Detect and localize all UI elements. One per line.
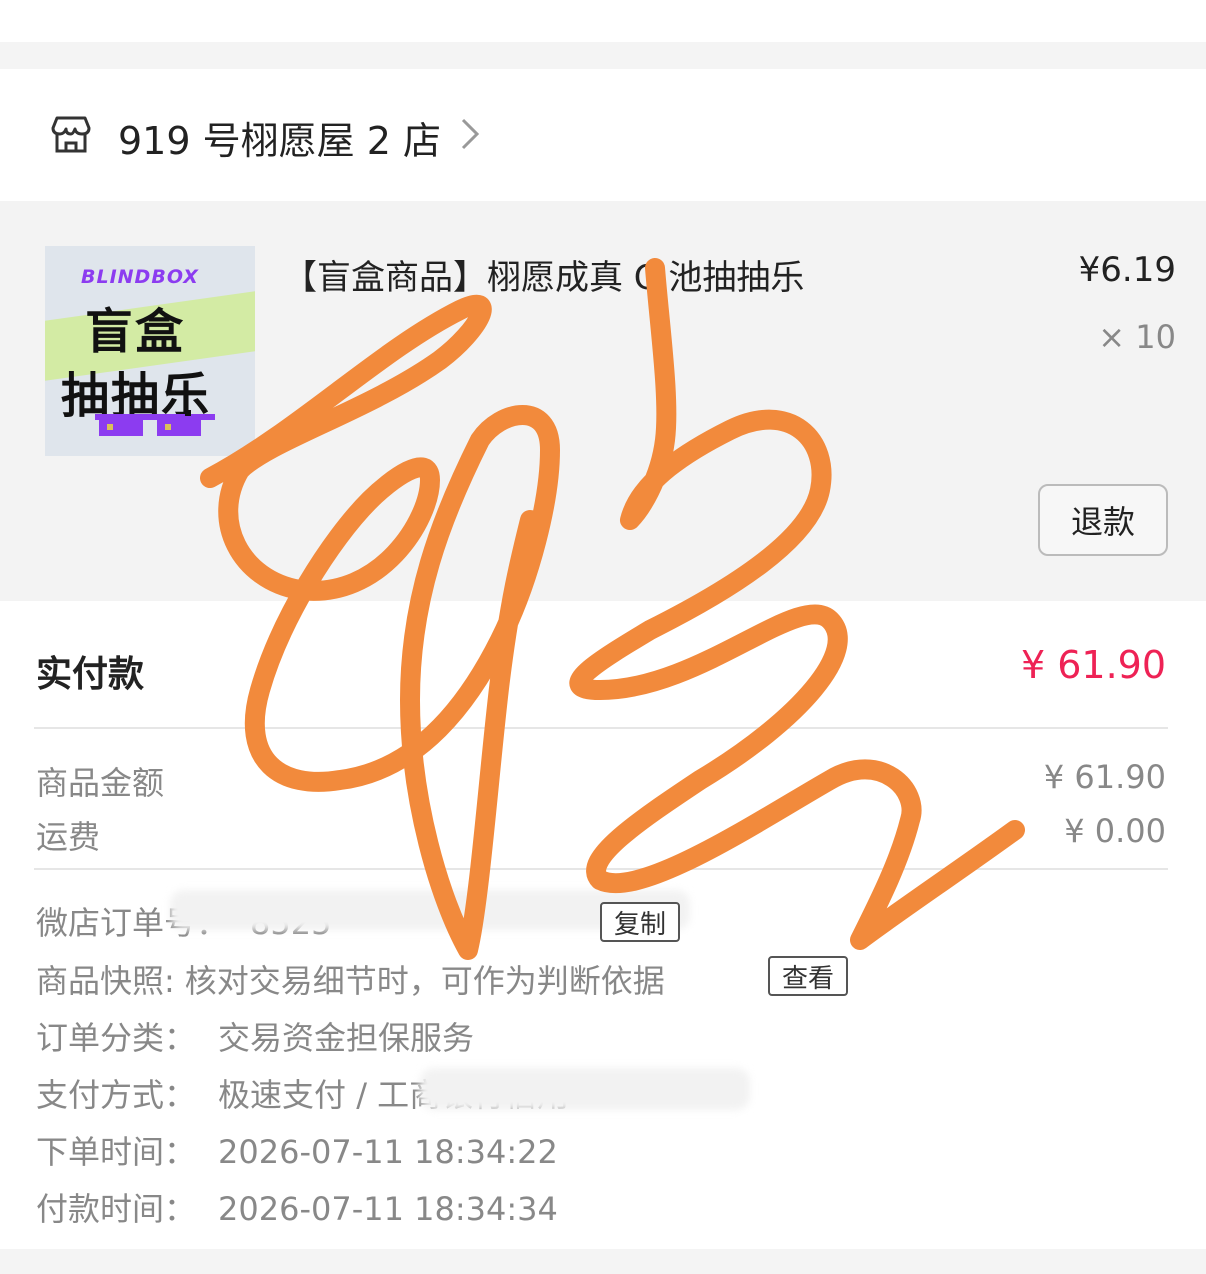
top-spacer bbox=[0, 0, 1206, 42]
paid-label: 实付款 bbox=[36, 654, 145, 695]
order-time-label: 下单时间： bbox=[36, 1133, 197, 1171]
chevron-right-icon[interactable] bbox=[458, 116, 482, 152]
shipping-label: 运费 bbox=[36, 818, 101, 856]
product-thumbnail[interactable]: BLINDBOX 盲盒 抽抽乐 bbox=[45, 246, 255, 456]
product-price: ¥6.19 bbox=[1078, 250, 1176, 290]
goods-amount-value: ¥ 61.90 bbox=[1043, 758, 1166, 796]
order-time-row: 下单时间： 2026-07-11 18:34:22 bbox=[36, 1127, 558, 1173]
category-label: 订单分类： bbox=[36, 1019, 197, 1057]
category-row: 订单分类： 交易资金担保服务 bbox=[36, 1013, 474, 1059]
pay-time-label: 付款时间： bbox=[36, 1190, 197, 1228]
shipping-value: ¥ 0.00 bbox=[1064, 812, 1166, 850]
pay-time-row: 付款时间： 2026-07-11 18:34:34 bbox=[36, 1184, 558, 1230]
goods-amount-label: 商品金额 bbox=[36, 764, 165, 802]
divider bbox=[34, 868, 1168, 870]
bottom-spacer bbox=[0, 1249, 1206, 1274]
shop-name[interactable]: 919 号栩愿屋 2 店 bbox=[118, 110, 441, 165]
shop-icon bbox=[51, 116, 91, 153]
refund-button[interactable]: 退款 bbox=[1038, 484, 1168, 556]
category-value: 交易资金担保服务 bbox=[218, 1019, 475, 1057]
divider bbox=[34, 727, 1168, 729]
redaction-blur bbox=[420, 1068, 750, 1110]
snapshot-value: 核对交易细节时，可作为判断依据 bbox=[184, 962, 665, 1000]
payment-label: 支付方式： bbox=[36, 1076, 197, 1114]
copy-button[interactable]: 复制 bbox=[600, 902, 681, 942]
product-title[interactable]: 【盲盒商品】栩愿成真 C 池抽抽乐 bbox=[283, 250, 804, 299]
order-time-value: 2026-07-11 18:34:22 bbox=[218, 1133, 558, 1171]
pay-time-value: 2026-07-11 18:34:34 bbox=[218, 1190, 558, 1228]
paid-value: ¥ 61.90 bbox=[1020, 643, 1166, 687]
pixel-sunglasses-icon bbox=[95, 410, 215, 436]
view-snapshot-button[interactable]: 查看 bbox=[768, 956, 849, 996]
thumb-tag: BLINDBOX bbox=[81, 266, 199, 288]
product-quantity: × 10 bbox=[1098, 318, 1176, 356]
snapshot-row: 商品快照: 核对交易细节时，可作为判断依据 bbox=[36, 956, 665, 1002]
thumb-line1: 盲盒 bbox=[85, 304, 186, 360]
snapshot-label: 商品快照: bbox=[36, 962, 175, 1000]
